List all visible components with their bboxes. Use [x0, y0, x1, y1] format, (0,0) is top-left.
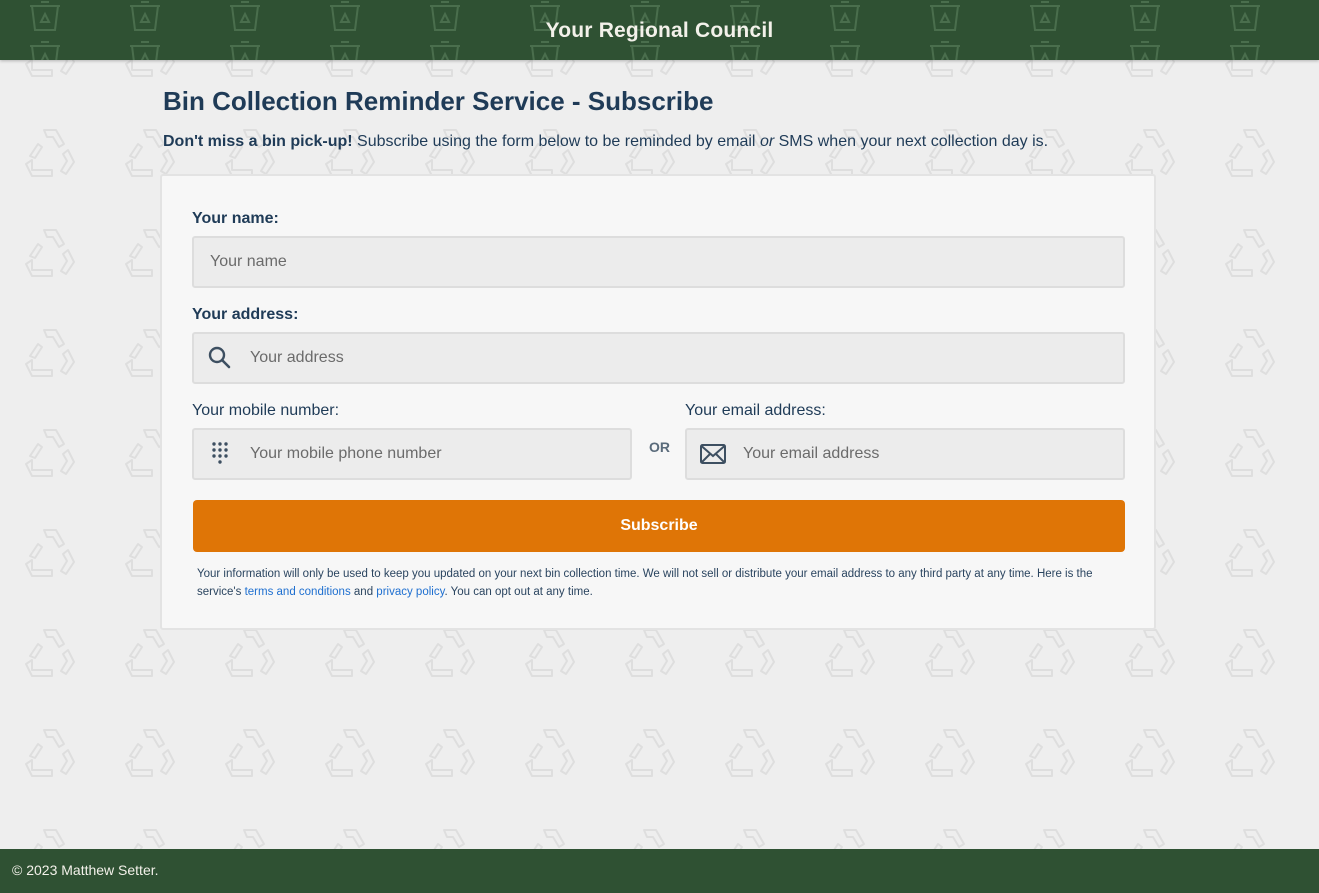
- privacy-disclaimer: Your information will only be used to ke…: [197, 565, 1127, 601]
- address-label: Your address:: [192, 306, 299, 323]
- site-footer: © 2023 Matthew Setter.: [0, 849, 1319, 893]
- page-title: Bin Collection Reminder Service - Subscr…: [163, 86, 714, 116]
- name-label: Your name:: [192, 210, 279, 227]
- dialpad-icon: [212, 442, 228, 464]
- site-header: Your Regional Council: [0, 0, 1319, 60]
- address-input[interactable]: [192, 332, 1125, 384]
- intro-text: Don't miss a bin pick-up! Subscribe usin…: [163, 131, 1159, 153]
- intro-tail: SMS when your next collection day is.: [778, 133, 1049, 150]
- main-content: Bin Collection Reminder Service - Subscr…: [160, 84, 1159, 630]
- intro-or: or: [759, 133, 775, 150]
- intro-highlight: Don't miss a bin pick-up!: [163, 133, 353, 150]
- mobile-input[interactable]: [192, 428, 632, 480]
- subscribe-button[interactable]: Subscribe: [193, 500, 1125, 552]
- privacy-policy-link[interactable]: privacy policy: [376, 586, 444, 598]
- name-input[interactable]: [192, 236, 1125, 288]
- terms-link[interactable]: terms and conditions: [245, 586, 351, 598]
- disclaimer-tail: . You can opt out at any time.: [444, 586, 593, 598]
- intro-body: Subscribe using the form below to be rem…: [357, 133, 756, 150]
- envelope-icon: [700, 444, 726, 464]
- email-label: Your email address:: [685, 402, 826, 419]
- or-separator: OR: [649, 439, 670, 455]
- mobile-label: Your mobile number:: [192, 402, 340, 419]
- disclaimer-and: and: [353, 586, 374, 598]
- email-input[interactable]: [685, 428, 1125, 480]
- search-icon: [208, 346, 231, 369]
- site-title: Your Regional Council: [545, 19, 774, 42]
- subscribe-form: Your name: Your address: Your mobile num…: [160, 174, 1156, 630]
- copyright: © 2023 Matthew Setter.: [12, 862, 159, 878]
